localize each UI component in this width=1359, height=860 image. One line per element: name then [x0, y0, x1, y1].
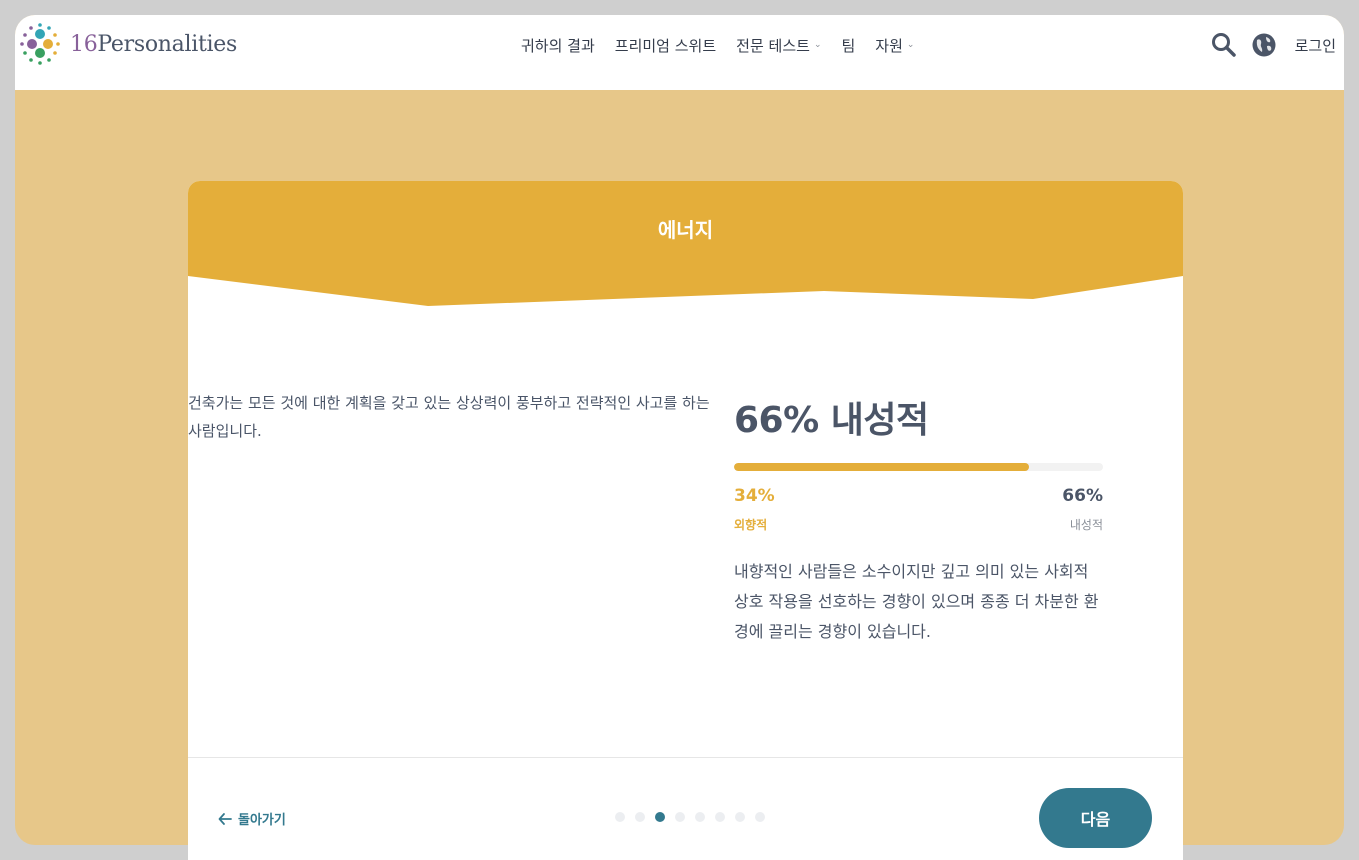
step-dot[interactable]: [635, 812, 645, 822]
nav-label: 전문 테스트: [736, 36, 810, 55]
introvert-label: 내성적: [1069, 518, 1103, 532]
step-dot[interactable]: [675, 812, 685, 822]
nav-your-results[interactable]: 귀하의 결과: [521, 15, 595, 75]
nav-teams[interactable]: 팀: [841, 15, 855, 75]
login-link[interactable]: 로그인: [1295, 35, 1336, 56]
card-title: 에너지: [657, 218, 714, 242]
step-dot[interactable]: [695, 812, 705, 822]
nav-professional-tests[interactable]: 전문 테스트 ⌄: [736, 15, 821, 75]
site-header: 16Personalities 귀하의 결과 프리미엄 스위트 전문 테스트 ⌄…: [15, 15, 1344, 90]
logo-mark-icon: [20, 23, 60, 65]
search-icon[interactable]: [1211, 32, 1237, 58]
header-actions: 로그인: [1211, 29, 1336, 61]
next-button[interactable]: 다음: [1039, 788, 1152, 848]
result-title: 66% 내성적: [734, 400, 929, 441]
introvert-percent: 66%: [1062, 486, 1103, 506]
card-header: 에너지: [188, 181, 1183, 311]
extravert-percent: 34%: [734, 486, 775, 506]
card-divider: [188, 757, 1183, 758]
step-dot[interactable]: [615, 812, 625, 822]
nav-label: 프리미엄 스위트: [614, 36, 717, 55]
main-nav: 귀하의 결과 프리미엄 스위트 전문 테스트 ⌄ 팀 자원 ⌄: [521, 15, 914, 75]
nav-label: 귀하의 결과: [521, 36, 595, 55]
nav-premium-suite[interactable]: 프리미엄 스위트: [615, 15, 716, 75]
nav-resources[interactable]: 자원 ⌄: [875, 15, 914, 75]
back-button[interactable]: 돌아가기: [218, 809, 286, 828]
trait-progress-bar: [734, 463, 1103, 471]
step-dot[interactable]: [715, 812, 725, 822]
arrow-left-icon: [218, 812, 232, 825]
logo-text: 16Personalities: [70, 31, 237, 57]
trait-description: 내향적인 사람들은 소수이지만 깊고 의미 있는 사회적 상호 작용을 선호하는…: [734, 562, 1099, 641]
globe-icon[interactable]: [1251, 32, 1277, 58]
step-dot[interactable]: [735, 812, 745, 822]
chevron-down-icon: ⌄: [813, 40, 822, 50]
trait-progress-fill: [734, 463, 1030, 471]
nav-label: 팀: [841, 36, 856, 55]
nav-label: 자원: [875, 36, 903, 55]
logo[interactable]: 16Personalities: [18, 22, 237, 66]
chevron-down-icon: ⌄: [906, 40, 915, 50]
top-strip: [0, 0, 1359, 15]
back-label: 돌아가기: [238, 813, 286, 828]
step-dot[interactable]: [655, 812, 665, 822]
type-description: 건축가는 모든 것에 대한 계획을 갖고 있는 상상력이 풍부하고 전략적인 사…: [188, 394, 710, 440]
card-header-banner: [188, 181, 1183, 306]
extravert-label: 외향적: [734, 518, 768, 532]
result-card: 에너지 건축가는 모든 것에 대한 계획을 갖고 있는 상상력이 풍부하고 전략…: [188, 181, 1183, 860]
step-indicator: [615, 812, 765, 822]
step-dot[interactable]: [755, 812, 765, 822]
